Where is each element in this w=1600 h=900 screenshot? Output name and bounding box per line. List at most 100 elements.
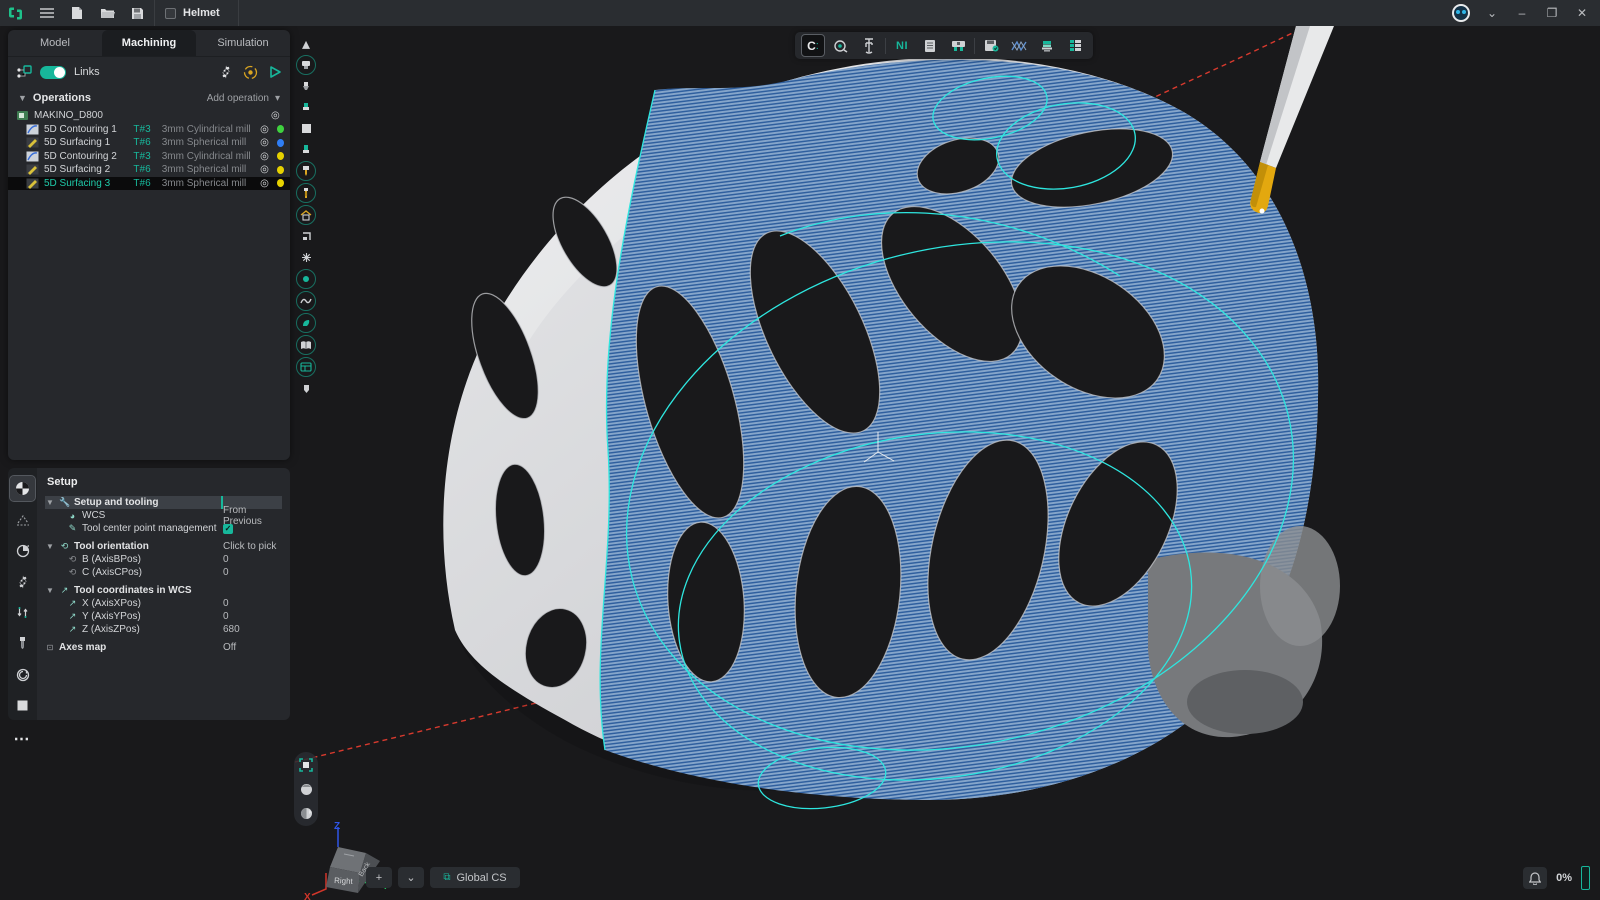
machine-setup-icon[interactable] <box>946 34 970 57</box>
operation-visibility-icon[interactable]: ◎ <box>260 178 272 189</box>
parameter-table-icon[interactable] <box>296 357 316 377</box>
wireframe-toggle-icon[interactable] <box>1007 34 1031 57</box>
curve-icon[interactable] <box>296 291 316 311</box>
stock-icon[interactable] <box>296 119 316 138</box>
collision-check-icon[interactable]: C: <box>801 34 825 57</box>
wcs-icon[interactable] <box>10 476 35 501</box>
home-position-icon[interactable] <box>296 205 316 225</box>
shaded-view-icon[interactable] <box>298 781 314 797</box>
caliper-measure-icon[interactable] <box>857 34 881 57</box>
run-simulation-play-icon[interactable] <box>268 65 282 79</box>
add-cs-button[interactable]: + <box>366 867 392 888</box>
operations-settings-gear-icon[interactable] <box>219 65 233 79</box>
tab-model[interactable]: Model <box>8 30 102 56</box>
surfacing-operation-icon <box>26 164 39 175</box>
orientation-icon[interactable] <box>10 538 35 563</box>
progress-percent: 0% <box>1556 872 1572 884</box>
user-avatar[interactable] <box>1452 4 1470 22</box>
axis-x-label: X <box>304 892 311 900</box>
cs-dropdown-chevron[interactable]: ⌄ <box>398 867 424 888</box>
operation-row[interactable]: 5D Surfacing 2 T#6 3mm Spherical mill ◎ <box>8 163 290 177</box>
operation-visibility-icon[interactable]: ◎ <box>260 124 272 135</box>
tool-change-icon[interactable] <box>10 600 35 625</box>
surface-icon[interactable] <box>296 313 316 333</box>
stock-box-icon[interactable] <box>10 693 35 718</box>
tool-coordinates-row[interactable]: ▼↗ Tool coordinates in WCS <box>45 584 282 597</box>
operation-visibility-icon[interactable]: ◎ <box>260 151 272 162</box>
toolpath-list-icon[interactable] <box>1063 34 1087 57</box>
operation-status-dot <box>277 152 284 160</box>
tool-icon[interactable] <box>10 631 35 656</box>
axis-y-row[interactable]: ↗ Y (AxisYPos) 0 <box>45 610 282 623</box>
tab-machining[interactable]: Machining <box>102 30 196 56</box>
point-icon[interactable] <box>296 269 316 289</box>
global-cs-button[interactable]: ⧉ Global CS <box>430 867 520 888</box>
tool-assembly-icon[interactable] <box>296 98 316 117</box>
open-file-button[interactable] <box>94 0 120 26</box>
tab-simulation[interactable]: Simulation <box>196 30 290 56</box>
axis-b-row[interactable]: ⟲ B (AxisBPos) 0 <box>45 553 282 566</box>
documentation-icon[interactable] <box>918 34 942 57</box>
axis-b-value: 0 <box>223 554 229 565</box>
operation-status-dot <box>277 166 284 174</box>
plane-icon[interactable] <box>296 227 316 246</box>
notifications-bell-icon[interactable] <box>1523 867 1547 889</box>
drill-tool-icon[interactable] <box>296 161 316 181</box>
operation-row[interactable]: 5D Surfacing 1 T#6 3mm Spherical mill ◎ <box>8 136 290 150</box>
wcs-row[interactable]: ◕ WCS From Previous <box>45 509 282 522</box>
rotation-c-icon: ⟲ <box>67 567 78 578</box>
machine-row[interactable]: MAKINO_D800 ◎ <box>8 109 290 123</box>
machine-icon <box>16 110 29 121</box>
axis-z-row[interactable]: ↗ Z (AxisZPos) 680 <box>45 623 282 636</box>
regenerate-toolpath-icon[interactable] <box>243 65 258 80</box>
save-button[interactable] <box>124 0 150 26</box>
settings-gear-icon[interactable] <box>10 569 35 594</box>
small-tool-icon[interactable] <box>296 379 316 398</box>
axis-c-row[interactable]: ⟲ C (AxisCPos) 0 <box>45 566 282 579</box>
collapse-chevron-icon[interactable]: ▴ <box>296 34 316 53</box>
probe-icon[interactable] <box>829 34 853 57</box>
minimize-button[interactable]: – <box>1508 0 1536 26</box>
new-file-button[interactable] <box>64 0 90 26</box>
add-operation-button[interactable]: Add operation ▾ <box>207 93 280 104</box>
main-menu-button[interactable] <box>34 0 60 26</box>
close-button[interactable]: ✕ <box>1568 0 1596 26</box>
view-orientation-icon[interactable] <box>298 805 314 821</box>
view-cube[interactable]: X Y Z Right Back <box>296 821 406 900</box>
operation-visibility-icon[interactable]: ◎ <box>260 164 272 175</box>
spindle-icon[interactable] <box>10 662 35 687</box>
axes-map-icon: ⊡ <box>45 643 55 652</box>
nc-program-icon[interactable]: NI <box>890 34 914 57</box>
tap-tool-icon[interactable] <box>296 183 316 203</box>
operation-row-selected[interactable]: 5D Surfacing 3 T#6 3mm Spherical mill ◎ <box>8 177 290 191</box>
machine-visibility-icon[interactable]: ◎ <box>271 110 284 121</box>
operation-row[interactable]: 5D Contouring 1 T#3 3mm Cylindrical mill… <box>8 123 290 137</box>
user-menu-chevron[interactable]: ⌄ <box>1478 0 1506 26</box>
pattern-icon[interactable] <box>296 248 316 267</box>
operations-collapse-chevron[interactable]: ▼ <box>18 93 27 103</box>
links-toggle[interactable] <box>40 66 66 79</box>
document-tab-icon <box>165 8 176 19</box>
document-tab[interactable]: Helmet <box>154 0 239 26</box>
restore-button[interactable]: ❐ <box>1538 0 1566 26</box>
chamfer-tool-icon[interactable] <box>296 77 316 96</box>
operation-row[interactable]: 5D Contouring 2 T#3 3mm Cylindrical mill… <box>8 150 290 164</box>
tool-green-icon[interactable] <box>296 140 316 159</box>
app-logo-icon <box>0 0 30 26</box>
geometry-book-icon[interactable] <box>296 335 316 355</box>
axes-map-row[interactable]: ⊡ Axes map Off <box>45 641 282 654</box>
tool-holder-icon[interactable] <box>296 55 316 75</box>
zoom-fit-icon[interactable] <box>298 757 314 773</box>
cs-axes-icon: ⧉ <box>443 872 450 883</box>
tcp-checkbox[interactable]: ✓ <box>223 524 233 534</box>
fixture-icon[interactable] <box>10 507 35 532</box>
tcp-row[interactable]: ✎ Tool center point management ✓ <box>45 522 282 535</box>
tool-orientation-row[interactable]: ▼⟲ Tool orientation Click to pick <box>45 540 282 553</box>
axis-x-row[interactable]: ↗ X (AxisXPos) 0 <box>45 597 282 610</box>
stock-layers-icon[interactable] <box>1035 34 1059 57</box>
post-save-icon[interactable] <box>979 34 1003 57</box>
axis-arrow-icon: ↗ <box>59 585 70 596</box>
contouring-operation-icon <box>26 124 39 135</box>
operation-visibility-icon[interactable]: ◎ <box>260 137 272 148</box>
more-ellipsis-icon[interactable]: ⋯ <box>10 726 35 751</box>
